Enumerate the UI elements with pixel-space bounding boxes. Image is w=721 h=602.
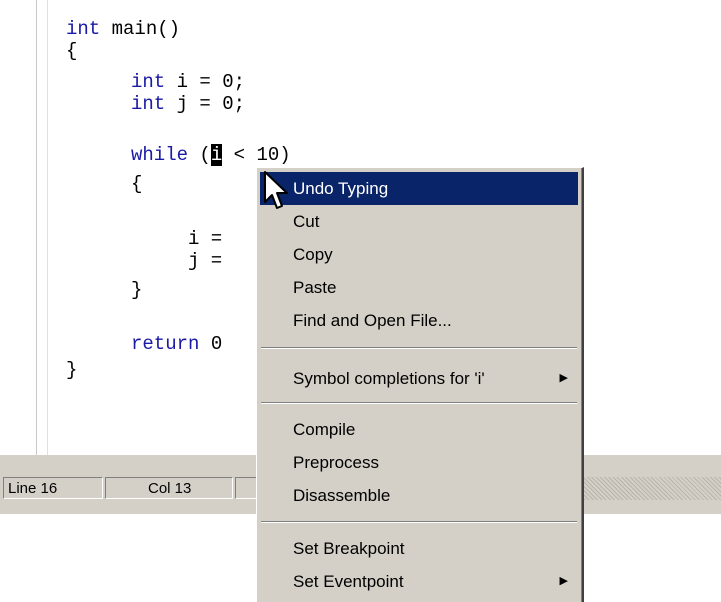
menu-item-label: Set Breakpoint bbox=[293, 539, 405, 558]
menu-item-cut[interactable]: Cut bbox=[260, 205, 578, 238]
menu-item-compile[interactable]: Compile bbox=[260, 413, 578, 446]
status-column-number: Col 13 bbox=[105, 477, 233, 499]
menu-separator bbox=[261, 402, 577, 404]
menu-item-label: Disassemble bbox=[293, 486, 391, 505]
code-text: } bbox=[66, 359, 78, 381]
code-line-6: { bbox=[131, 173, 142, 195]
code-line-9: } bbox=[131, 279, 142, 301]
menu-item-label: Set Eventpoint bbox=[293, 572, 404, 591]
menu-item-set-breakpoint[interactable]: Set Breakpoint bbox=[260, 532, 578, 565]
menu-item-label: Find and Open File... bbox=[293, 311, 452, 330]
code-line-2: { bbox=[66, 40, 77, 62]
menu-item-label: Paste bbox=[293, 278, 337, 297]
code-text: i = 0; bbox=[165, 71, 246, 93]
code-text: ( bbox=[188, 144, 211, 166]
menu-item-disassemble[interactable]: Disassemble bbox=[260, 479, 578, 512]
code-text: < 10) bbox=[222, 144, 291, 166]
keyword-token: int bbox=[66, 18, 101, 40]
keyword-token: int bbox=[131, 71, 166, 93]
code-text: } bbox=[131, 279, 143, 301]
code-line-5: while (i < 10) bbox=[131, 144, 291, 166]
code-line-11: } bbox=[66, 359, 77, 381]
gutter-border-inner bbox=[47, 0, 48, 455]
code-text: j = bbox=[188, 250, 223, 272]
code-text: { bbox=[66, 40, 78, 62]
menu-item-symbol-completions[interactable]: Symbol completions for 'i' ▶ bbox=[260, 362, 578, 395]
code-line-7: i = bbox=[188, 228, 222, 250]
status-extra-cell bbox=[235, 477, 257, 499]
menu-item-set-eventpoint[interactable]: Set Eventpoint ▶ bbox=[260, 565, 578, 598]
submenu-arrow-icon: ▶ bbox=[559, 575, 568, 587]
code-text: i = bbox=[188, 228, 223, 250]
code-text: main() bbox=[100, 18, 181, 40]
code-line-1: int main() bbox=[66, 18, 180, 40]
menu-separator bbox=[261, 347, 577, 349]
keyword-token: int bbox=[131, 93, 166, 115]
menu-item-label: Compile bbox=[293, 420, 356, 439]
code-line-4: int j = 0; bbox=[131, 93, 245, 115]
menu-item-paste[interactable]: Paste bbox=[260, 271, 578, 304]
menu-item-preprocess[interactable]: Preprocess bbox=[260, 446, 578, 479]
context-menu: Undo Typing Cut Copy Paste Find and Open… bbox=[256, 167, 584, 602]
gutter-border bbox=[36, 0, 37, 455]
code-text: j = 0; bbox=[165, 93, 246, 115]
code-line-10: return 0 bbox=[131, 333, 222, 355]
menu-item-label: Symbol completions for 'i' bbox=[293, 369, 485, 388]
submenu-arrow-icon: ▶ bbox=[559, 372, 568, 384]
menu-item-label: Cut bbox=[293, 212, 320, 231]
menu-item-label: Undo Typing bbox=[293, 179, 389, 198]
menu-item-label: Preprocess bbox=[293, 453, 379, 472]
menu-item-label: Copy bbox=[293, 245, 333, 264]
menu-item-undo-typing[interactable]: Undo Typing bbox=[260, 172, 578, 205]
code-line-8: j = bbox=[188, 250, 222, 272]
keyword-token: return bbox=[131, 333, 200, 355]
menu-separator bbox=[261, 521, 577, 523]
mouse-pointer-icon bbox=[264, 171, 288, 209]
status-resize-grip[interactable] bbox=[580, 477, 721, 500]
code-text: 0 bbox=[199, 333, 223, 355]
keyword-token: while bbox=[131, 144, 189, 166]
text-cursor: i bbox=[210, 144, 223, 166]
code-text: { bbox=[131, 173, 143, 195]
code-line-3: int i = 0; bbox=[131, 71, 245, 93]
status-line-number: Line 16 bbox=[3, 477, 103, 499]
menu-item-copy[interactable]: Copy bbox=[260, 238, 578, 271]
menu-item-find-and-open-file[interactable]: Find and Open File... bbox=[260, 304, 578, 337]
